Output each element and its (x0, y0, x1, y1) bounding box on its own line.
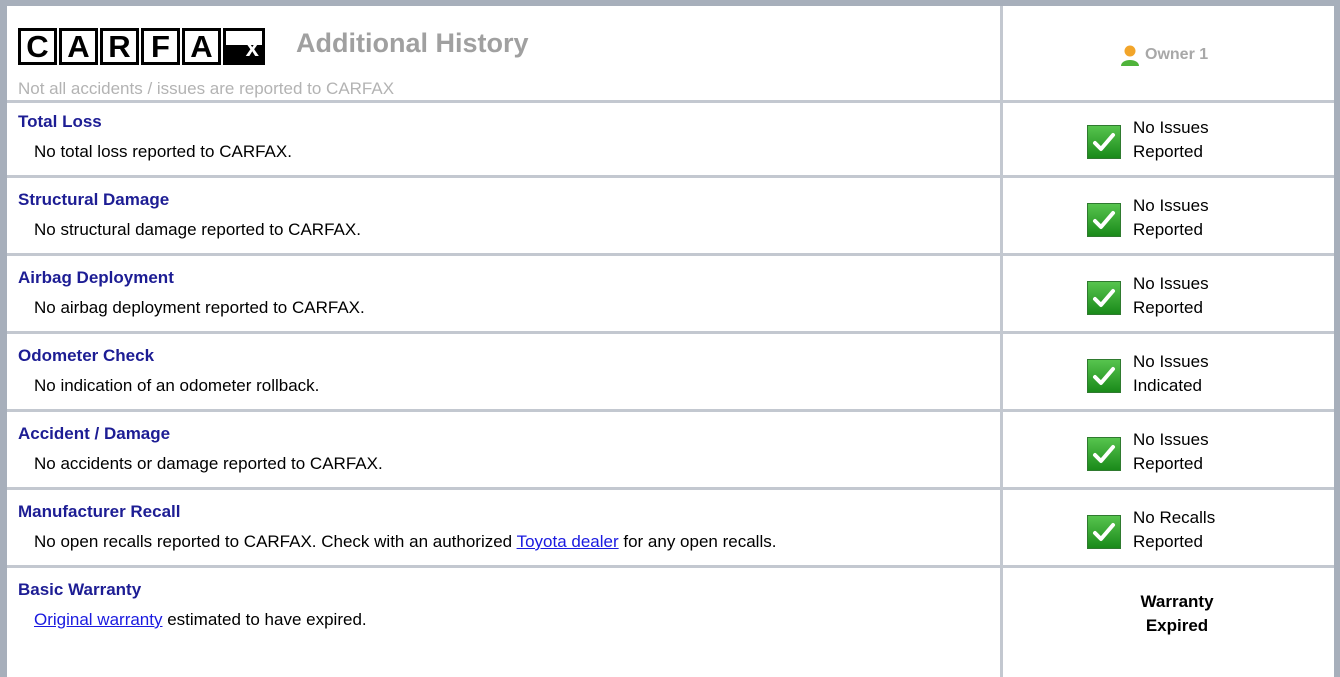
logo-tile: F (141, 28, 180, 65)
owner-column-header: Owner 1 (1119, 44, 1208, 66)
section-header: C A R F A x Additional History Not all a… (7, 6, 1334, 103)
checkmark-icon (1087, 515, 1121, 549)
status-text: No Recalls Reported (1133, 508, 1216, 551)
row-description: No indication of an odometer rollback. (34, 376, 320, 395)
checkmark-icon (1087, 437, 1121, 471)
history-row-manufacturer-recall: Manufacturer Recall No open recalls repo… (7, 490, 1334, 568)
logo-tile: C (18, 28, 57, 65)
owner-label: Owner 1 (1145, 46, 1209, 63)
logo-tile-x: x (223, 28, 265, 65)
logo-tile: A (59, 28, 98, 65)
row-title: Odometer Check (18, 346, 155, 365)
history-row-structural-damage: Structural Damage No structural damage r… (7, 178, 1334, 256)
row-title: Structural Damage (18, 190, 170, 209)
status-cell: No Issues Indicated (1087, 350, 1209, 398)
history-row-accident-damage: Accident / Damage No accidents or damage… (7, 412, 1334, 490)
row-title: Basic Warranty (18, 580, 142, 599)
status-text: No Issues Reported (1133, 430, 1209, 473)
status-cell: No Issues Reported (1087, 272, 1209, 320)
history-row-odometer-check: Odometer Check No indication of an odome… (7, 334, 1334, 412)
status-cell: No Recalls Reported (1087, 506, 1215, 554)
row-title: Airbag Deployment (18, 268, 174, 287)
row-description: Original warranty estimated to have expi… (34, 610, 367, 629)
row-description: No structural damage reported to CARFAX. (34, 220, 361, 239)
toyota-dealer-link[interactable]: Toyota dealer (517, 532, 619, 551)
section-subtitle: Not all accidents / issues are reported … (18, 79, 395, 98)
status-text: No Issues Reported (1133, 274, 1209, 317)
row-description: No accidents or damage reported to CARFA… (34, 454, 383, 473)
status-cell: No Issues Reported (1087, 428, 1209, 476)
checkmark-icon (1087, 359, 1121, 393)
row-description: No open recalls reported to CARFAX. Chec… (34, 532, 777, 551)
status-text: No Issues Indicated (1133, 352, 1209, 395)
checkmark-icon (1087, 203, 1121, 237)
logo-tile: A (182, 28, 221, 65)
warranty-status: Warranty Expired (1140, 592, 1214, 635)
history-row-airbag-deployment: Airbag Deployment No airbag deployment r… (7, 256, 1334, 334)
logo-tile: R (100, 28, 139, 65)
row-description: No airbag deployment reported to CARFAX. (34, 298, 365, 317)
section-title: Additional History (296, 28, 529, 58)
row-title: Accident / Damage (18, 424, 171, 443)
row-title: Manufacturer Recall (18, 502, 181, 521)
row-description: No total loss reported to CARFAX. (34, 142, 292, 161)
history-row-total-loss: Total Loss No total loss reported to CAR… (7, 100, 1334, 178)
row-title: Total Loss (18, 112, 102, 131)
checkmark-icon (1087, 125, 1121, 159)
carfax-logo: C A R F A x (18, 28, 265, 65)
original-warranty-link[interactable]: Original warranty (34, 610, 163, 629)
status-text: No Issues Reported (1133, 196, 1209, 239)
person-icon (1121, 45, 1139, 66)
history-row-basic-warranty: Basic Warranty Original warranty estimat… (7, 568, 1334, 643)
status-cell: No Issues Reported (1087, 116, 1209, 164)
status-text: No Issues Reported (1133, 118, 1209, 161)
checkmark-icon (1087, 281, 1121, 315)
status-cell: No Issues Reported (1087, 194, 1209, 242)
